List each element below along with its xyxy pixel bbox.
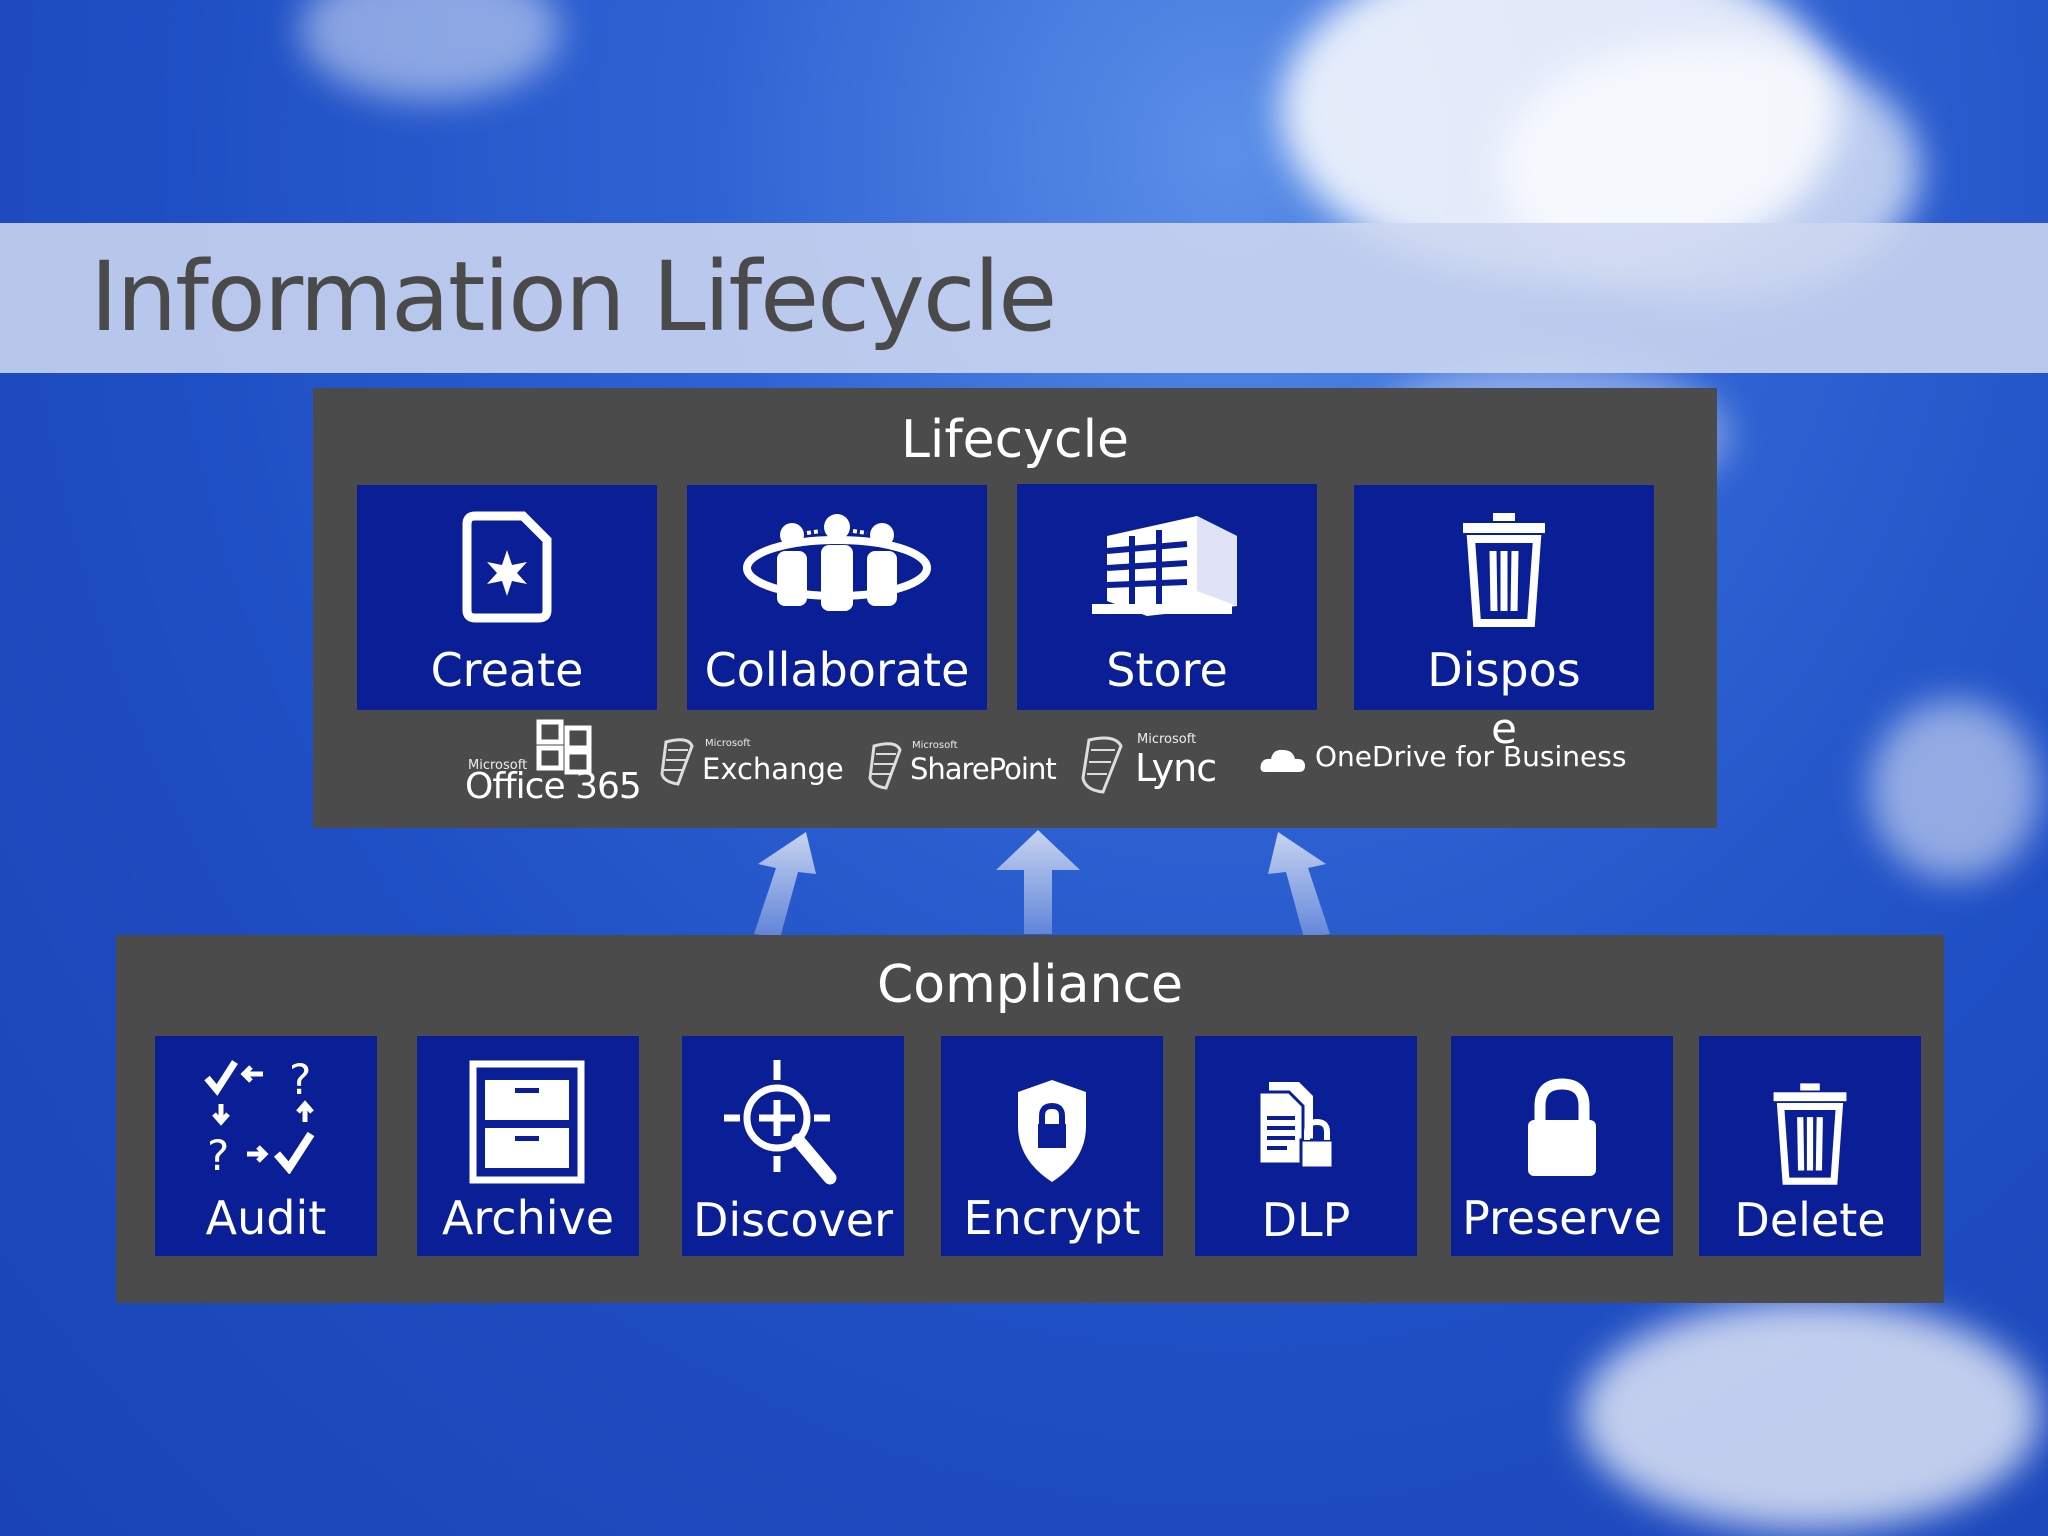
lifecycle-tile-create: Create (357, 485, 657, 710)
slide-title: Information Lifecycle (90, 241, 1057, 353)
tile-label: Dispos (1427, 643, 1581, 697)
arrow-up-icon (754, 832, 816, 938)
new-document-icon (462, 511, 552, 623)
tile-label: DLP (1261, 1193, 1351, 1247)
arrow-up-icon (1268, 832, 1330, 938)
trash-icon (1463, 513, 1545, 627)
tile-label: Preserve (1462, 1191, 1662, 1245)
tile-label: Archive (441, 1191, 615, 1245)
padlock-icon (1528, 1078, 1596, 1176)
exchange-icon (660, 738, 694, 786)
product-exchange: Microsoft Exchange (658, 736, 858, 796)
compliance-tile-dlp: DLP (1195, 1036, 1417, 1256)
team-icon (743, 514, 931, 611)
lifecycle-heading: Lifecycle (900, 410, 1130, 470)
shield-lock-icon (1018, 1080, 1086, 1182)
building-icon (1092, 516, 1237, 616)
product-onedrive: OneDrive for Business (1259, 740, 1629, 780)
product-office365: Microsoft Office 365 (465, 718, 645, 808)
checklist-icon: ? ? (204, 1055, 315, 1174)
compliance-tile-delete: Delete (1699, 1036, 1921, 1256)
product-sharepoint: Microsoft SharePoint (866, 736, 1066, 796)
trash-icon (1773, 1083, 1847, 1185)
svg-text:?: ? (289, 1055, 311, 1104)
compliance-heading: Compliance (876, 955, 1184, 1015)
cloud-icon (1260, 749, 1305, 772)
svg-text:?: ? (207, 1131, 229, 1174)
product-brand: Microsoft (912, 740, 958, 751)
compliance-tile-audit: ? ? Audit (155, 1036, 377, 1256)
compliance-tile-archive: Archive (417, 1036, 639, 1256)
product-name: Office 365 (465, 766, 642, 807)
tile-label: Delete (1734, 1193, 1886, 1247)
lync-icon (1081, 736, 1123, 794)
arrow-up-icon (996, 830, 1080, 934)
product-name: SharePoint (910, 752, 1057, 786)
product-brand: Microsoft (1137, 732, 1197, 747)
compliance-panel: Compliance ? ? Audit Archive Discover En… (116, 935, 1944, 1303)
tile-label: Store (1106, 643, 1228, 697)
product-name: OneDrive for Business (1315, 740, 1627, 773)
product-lync: Microsoft Lync (1079, 732, 1239, 802)
filing-cabinet-icon (469, 1060, 585, 1184)
lifecycle-panel: Lifecycle Create Collaborate Store Dispo… (313, 388, 1717, 828)
compliance-tile-preserve: Preserve (1451, 1036, 1673, 1256)
cloud (300, 0, 560, 100)
compliance-tile-discover: Discover (682, 1036, 904, 1256)
tile-label: Create (430, 643, 584, 697)
tile-label: Discover (692, 1193, 894, 1247)
product-brand: Microsoft (705, 738, 751, 749)
tile-label: Encrypt (963, 1191, 1141, 1245)
product-name: Exchange (702, 752, 844, 786)
tile-label: Collaborate (704, 643, 970, 697)
cloud (1580, 1300, 2040, 1530)
product-name: Lync (1135, 746, 1217, 790)
title-band: Information Lifecycle (0, 223, 2048, 373)
magnifier-icon (724, 1060, 837, 1185)
tile-label: Audit (205, 1191, 327, 1245)
compliance-tile-encrypt: Encrypt (941, 1036, 1163, 1256)
document-lock-icon (1257, 1082, 1335, 1170)
sharepoint-icon (868, 742, 902, 790)
lifecycle-tile-dispose: Dispos (1354, 485, 1654, 710)
cloud (1870, 700, 2040, 880)
lifecycle-tile-store: Store (1017, 484, 1317, 710)
lifecycle-tile-collaborate: Collaborate (687, 485, 987, 710)
